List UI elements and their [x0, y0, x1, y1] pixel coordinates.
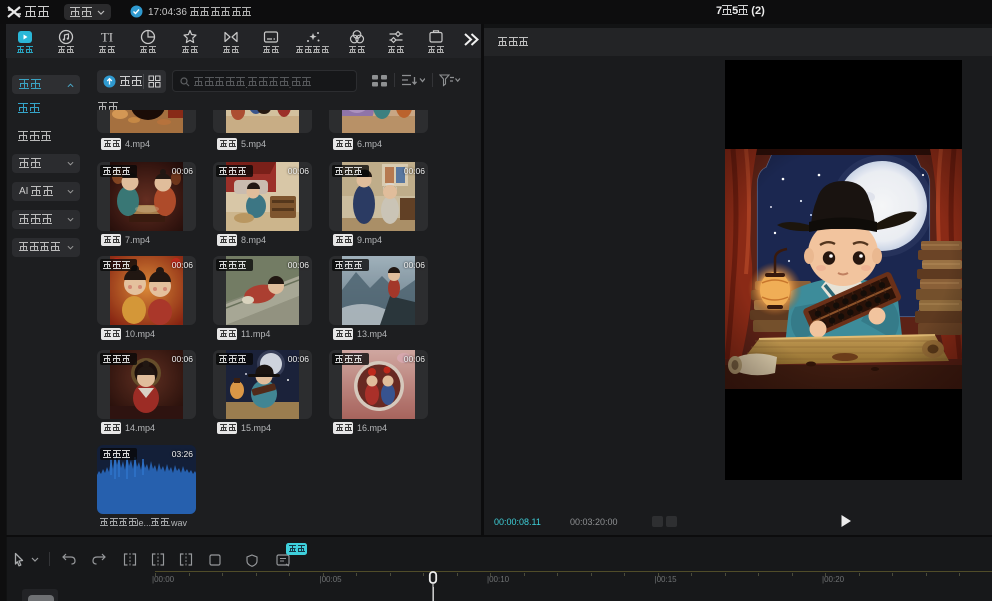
svg-text:TI: TI [101, 30, 113, 45]
